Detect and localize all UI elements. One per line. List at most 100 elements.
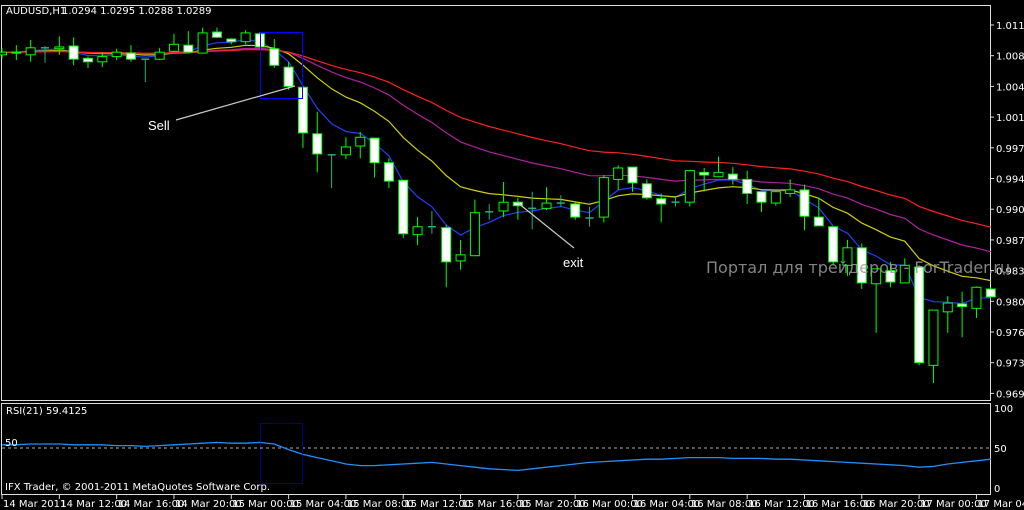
bear-candle-body [813, 216, 824, 227]
bull-candle-body [168, 43, 179, 52]
bull-candle-body [240, 32, 251, 43]
candle [269, 39, 280, 68]
candle [928, 309, 939, 383]
bear-candle-body [369, 137, 380, 164]
bull-candle-body [770, 191, 781, 204]
candle [713, 156, 724, 178]
bull-candle-body [455, 254, 466, 262]
bear-candle-body [383, 162, 394, 182]
candle [727, 167, 738, 185]
sell-label: Sell [148, 118, 170, 133]
bull-candle-body [154, 51, 165, 60]
candle [455, 239, 466, 270]
bear-candle-body [799, 189, 810, 217]
bear-candle-body [183, 44, 194, 53]
trade-box-rsi [260, 423, 303, 484]
bull-candle-body [25, 47, 36, 56]
price-tick-label: 1.0115 [996, 21, 1024, 32]
rsi-level-label: 50 [5, 438, 18, 449]
chart-symbol: AUDUSD,H1 [6, 6, 66, 17]
candle [957, 291, 968, 338]
copyright: IFX Trader, © 2001-2011 MetaQuotes Softw… [5, 482, 270, 493]
exit-arrow-line [517, 202, 575, 249]
bull-candle-body [340, 146, 351, 156]
bear-candle-body [82, 57, 93, 63]
candle [613, 165, 624, 190]
candle [598, 175, 609, 223]
bear-candle-body [756, 191, 767, 203]
candle [97, 52, 108, 68]
bull-candle-body [469, 212, 480, 257]
candle [154, 47, 165, 61]
candle [183, 31, 194, 54]
bear-candle-body [125, 52, 136, 60]
candle [441, 225, 452, 288]
rsi-axis-50: 50 [994, 444, 1007, 455]
bear-candle-body [254, 33, 265, 48]
candle [254, 32, 265, 48]
watermark: Портал для трейдеров - ForTrader.ru [706, 258, 1010, 277]
candle [141, 58, 150, 83]
rsi-line [2, 441, 991, 472]
candle [168, 33, 179, 53]
bear-candle-body [985, 288, 996, 298]
bear-candle-body [398, 179, 409, 235]
bear-candle-body [914, 266, 925, 364]
ma-line-13 [2, 44, 991, 282]
candle [469, 199, 480, 257]
bear-candle-body [742, 178, 753, 194]
candles [0, 27, 996, 383]
bull-candle-body [355, 136, 366, 147]
price-tick-label: 0.9800 [996, 297, 1024, 308]
rsi-axis-100: 100 [994, 404, 1013, 415]
candle [82, 56, 93, 68]
candle [197, 27, 208, 54]
price-tick-label: 0.9975 [996, 144, 1024, 155]
bull-candle-body [928, 309, 939, 366]
bull-candle-body [11, 51, 22, 54]
bear-candle-body [828, 226, 839, 263]
candle [799, 184, 810, 231]
bull-candle-body [111, 51, 122, 58]
candle [570, 202, 581, 220]
candle [785, 179, 796, 197]
candle [914, 265, 925, 366]
bull-candle-body [785, 189, 796, 194]
bull-candle-body [54, 46, 65, 50]
price-tick-label: 0.9765 [996, 328, 1024, 339]
price-tick-label: 1.0080 [996, 52, 1024, 63]
ma-line-26 [2, 47, 991, 253]
candle [585, 206, 594, 227]
candle [226, 38, 237, 45]
bull-candle-body [713, 171, 724, 178]
chart-quote: 1.0294 1.0295 1.0288 1.0289 [62, 6, 212, 17]
bull-candle-body [541, 202, 552, 209]
time-tick-label: 17 Mar 04:00 [977, 499, 1024, 510]
bull-candle-body [971, 286, 982, 309]
price-tick-label: 0.9695 [996, 389, 1024, 400]
candle [427, 210, 436, 234]
candle [68, 37, 79, 66]
candle [111, 48, 122, 61]
bear-candle-body [656, 198, 667, 205]
bear-candle-body [957, 303, 968, 308]
main-panel-frame [1, 5, 991, 401]
candle [656, 193, 667, 223]
rsi-label: RSI(21) 59.4125 [6, 406, 87, 417]
bull-candle-body [0, 51, 7, 56]
bear-candle-body [211, 31, 222, 38]
candle [871, 268, 882, 333]
bear-candle-body [570, 203, 581, 218]
price-axis: 1.0115 1.0080 1.0045 1.0010 0.9975 0.9940 0.99… [990, 21, 1024, 400]
price-tick-label: 0.9870 [996, 236, 1024, 247]
bear-candle-body [269, 48, 280, 66]
price-tick-label: 1.0010 [996, 113, 1024, 124]
time-tick-label: 14 Mar 2011 [3, 499, 66, 510]
candle [0, 47, 7, 59]
bear-candle-body [627, 166, 638, 184]
price-tick-label: 0.9940 [996, 175, 1024, 186]
candle [485, 203, 494, 220]
candle [641, 179, 652, 200]
rsi-axis-0: 0 [994, 484, 1000, 495]
bear-candle-body [699, 171, 710, 176]
